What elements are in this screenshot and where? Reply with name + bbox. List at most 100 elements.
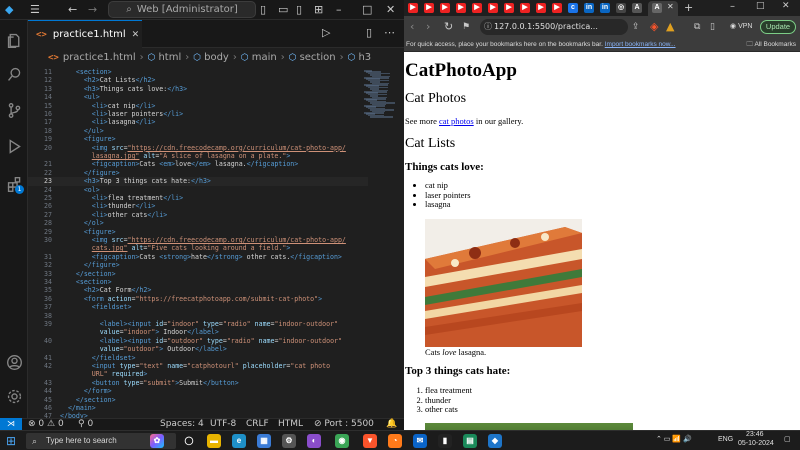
reload-icon[interactable]: ↻ (444, 20, 453, 34)
back-arrow-icon[interactable]: ← (68, 2, 77, 18)
eol-status[interactable]: CRLF (246, 419, 269, 430)
tab-favicon-youtube-icon[interactable]: ▶ (456, 3, 466, 13)
close-icon[interactable]: ✕ (386, 2, 395, 18)
code-line[interactable]: 29 <figure> (28, 228, 368, 236)
code-line[interactable]: 17 <li>lasagna</li> (28, 118, 368, 126)
chrome-icon[interactable]: ◉ (335, 434, 349, 448)
tab-close-icon[interactable]: ✕ (667, 2, 674, 11)
tab-favicon-a-icon[interactable]: A (632, 3, 642, 13)
firefox-icon[interactable]: ◔ (388, 434, 402, 448)
run-icon[interactable]: ▷ (322, 26, 330, 39)
breadcrumb-item[interactable]: ⬡ section (289, 52, 336, 63)
search-icon[interactable] (4, 64, 24, 84)
more-actions-icon[interactable]: ⋯ (384, 26, 395, 39)
minimize-icon[interactable]: – (336, 2, 342, 18)
code-line[interactable]: 26 <li>thunder</li> (28, 202, 368, 210)
share-icon[interactable]: ⇪ (632, 20, 640, 34)
windows-start-icon[interactable]: ⊞ (6, 434, 16, 448)
remote-icon[interactable]: ⋊ (0, 418, 22, 430)
sidebar-icon[interactable]: ▯ (710, 20, 715, 34)
breadcrumb-item[interactable]: ⬡ h3 (348, 52, 372, 63)
command-center[interactable]: ⌕ Web [Administrator] (108, 1, 256, 18)
tab-favicon-youtube-icon[interactable]: ▶ (504, 3, 514, 13)
extensions-icon[interactable]: 1 (4, 174, 24, 194)
spaces-status[interactable]: Spaces: 4 (160, 419, 204, 430)
cat-photos-link[interactable]: cat photos (439, 116, 474, 126)
errors-status[interactable]: ⊗ 0 ⚠ 0 (28, 419, 64, 430)
code-line[interactable]: 43 <button type="submit">Submit</button> (28, 379, 368, 387)
forward-icon[interactable]: › (426, 20, 430, 34)
close-icon[interactable]: ✕ (782, 1, 790, 11)
run-debug-icon[interactable] (4, 136, 24, 156)
brave-shields-icon[interactable]: ◈ (650, 20, 658, 34)
code-line[interactable]: 24 <ol> (28, 186, 368, 194)
breadcrumb-item[interactable]: ⬡ body (193, 52, 229, 63)
tab-favicon-youtube-icon[interactable]: ▶ (520, 3, 530, 13)
code-line[interactable]: 12 <h2>Cat Lists</h2> (28, 76, 368, 84)
extensions-icon[interactable]: ⧉ (694, 20, 700, 34)
brave-icon[interactable]: ▼ (363, 434, 377, 448)
code-line[interactable]: 41 </fieldset> (28, 354, 368, 362)
new-tab-icon[interactable]: + (684, 1, 693, 14)
code-line[interactable]: 37 <fieldset> (28, 303, 368, 311)
live-server-port[interactable]: ⊘ Port : 5500 (314, 419, 374, 430)
ports-status[interactable]: ⚲ 0 (78, 419, 93, 430)
photos-icon[interactable]: ▦ (257, 434, 271, 448)
toggle-panel-icon[interactable]: ▭ (278, 2, 288, 18)
account-icon[interactable] (4, 352, 24, 372)
tab-favicon-youtube-icon[interactable]: ▶ (440, 3, 450, 13)
code-editor[interactable]: 11 <section> 12 <h2>Cat Lists</h2> 13 <h3>… (28, 66, 404, 418)
code-line[interactable]: 34 <section> (28, 278, 368, 286)
edge-icon[interactable]: e (232, 434, 246, 448)
notifications-bell-icon[interactable]: 🔔 (386, 419, 397, 430)
code-line[interactable]: value="indoor"> Indoor</label> (28, 328, 368, 336)
file-explorer-icon[interactable]: ▬ (207, 434, 221, 448)
system-tray-icons[interactable]: ⌃ ▭ 📶 🔊 (656, 435, 692, 443)
settings-gear-icon[interactable]: ⚙ (282, 434, 296, 448)
maximize-icon[interactable]: □ (362, 2, 372, 18)
code-line[interactable]: 27 <li>other cats</li> (28, 211, 368, 219)
mail-icon[interactable]: ✉ (413, 434, 427, 448)
tab-favicon-linkedin-icon[interactable]: in (584, 3, 594, 13)
audio-app-icon[interactable]: ▮ (438, 434, 452, 448)
code-line[interactable]: 45 </section> (28, 396, 368, 404)
code-line[interactable]: 44 </form> (28, 387, 368, 395)
code-line[interactable]: 20 <img src="https://cdn.freecodecamp.or… (28, 144, 368, 152)
code-line[interactable]: 38 (28, 312, 368, 320)
code-line[interactable]: URL" required> (28, 370, 368, 378)
update-button[interactable]: Update (760, 20, 796, 34)
minimize-icon[interactable]: – (730, 1, 735, 12)
code-line[interactable]: 40 <label><input id="outdoor" type="radi… (28, 337, 368, 345)
breadcrumb-item[interactable]: ⬡ html (148, 52, 182, 63)
task-view-icon[interactable]: ◯ (182, 434, 196, 448)
menu-icon[interactable]: ☰ (30, 2, 40, 18)
tab-favicon-chatgpt-icon[interactable]: ◎ (616, 3, 626, 13)
language-indicator[interactable]: ENG (718, 436, 733, 443)
code-line[interactable]: 30 <img src="https://cdn.freecodecamp.or… (28, 236, 368, 244)
code-line[interactable]: 23 <h3>Top 3 things cats hate:</h3> (28, 177, 368, 186)
clock-date[interactable]: 05-10-2024 (738, 440, 774, 447)
address-bar[interactable]: ⓘ 127.0.0.1:5500/practica... (480, 19, 628, 35)
clock-time[interactable]: 23:46 (746, 431, 764, 438)
visual-studio-icon[interactable]: ◐ (307, 434, 321, 448)
code-line[interactable]: 33 </section> (28, 270, 368, 278)
customize-layout-icon[interactable]: ⊞ (314, 2, 323, 18)
vscode-icon[interactable]: ◆ (488, 434, 502, 448)
code-line[interactable]: 16 <li>laser pointers</li> (28, 110, 368, 118)
site-info-icon[interactable]: ⓘ (484, 19, 492, 35)
code-line[interactable]: 25 <li>flea treatment</li> (28, 194, 368, 202)
chart-app-icon[interactable]: ▤ (463, 434, 477, 448)
code-line[interactable]: value="outdoor"> Outdoor</label> (28, 345, 368, 353)
tab-favicon-youtube-icon[interactable]: ▶ (488, 3, 498, 13)
code-line[interactable]: 19 <figure> (28, 135, 368, 143)
language-status[interactable]: HTML (278, 419, 303, 430)
tab-favicon-c-icon[interactable]: c (568, 3, 578, 13)
code-line[interactable]: 28 </ol> (28, 219, 368, 227)
bookmark-icon[interactable]: ⚑ (462, 20, 470, 34)
minimap[interactable] (362, 66, 404, 418)
code-line[interactable]: 32 </figure> (28, 261, 368, 269)
tab-practice1-html[interactable]: <> practice1.html ✕ (28, 20, 142, 48)
breadcrumb-item[interactable]: ⬡ main (241, 52, 277, 63)
code-line[interactable]: 36 <form action="https://freecatphotoapp… (28, 295, 368, 303)
tab-favicon-youtube-icon[interactable]: ▶ (472, 3, 482, 13)
